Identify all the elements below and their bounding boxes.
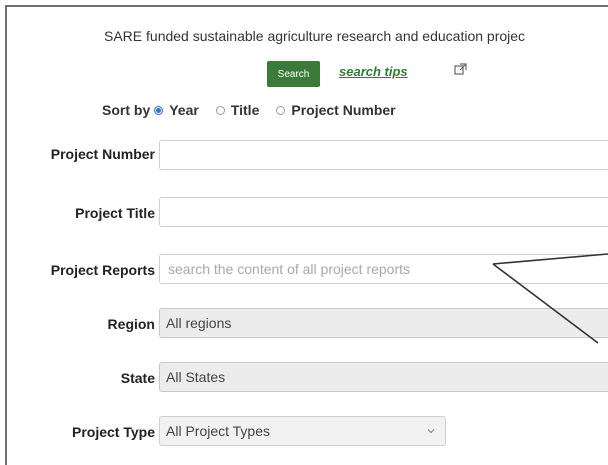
project-reports-input[interactable] <box>166 260 608 278</box>
project-reports-field[interactable] <box>159 254 608 284</box>
project-title-field[interactable] <box>159 197 608 227</box>
sort-option-title[interactable]: Title <box>215 102 260 118</box>
search-tips-link[interactable]: search tips <box>339 64 408 79</box>
project-title-label: Project Title <box>75 205 155 221</box>
sort-option-year[interactable]: Year <box>154 102 199 118</box>
radio-year[interactable] <box>154 105 164 115</box>
intro-text: SARE funded sustainable agriculture rese… <box>104 28 526 44</box>
region-select[interactable]: All regions <box>159 308 608 338</box>
sort-option-project-number[interactable]: Project Number <box>276 102 396 118</box>
project-type-select[interactable]: All Project Types <box>159 416 446 446</box>
project-reports-label: Project Reports <box>50 262 155 278</box>
project-number-input[interactable] <box>166 146 608 164</box>
region-label: Region <box>107 316 155 332</box>
sort-option-title-label: Title <box>230 102 260 118</box>
project-type-label: Project Type <box>72 424 155 440</box>
state-value: All States <box>166 369 226 385</box>
project-number-label: Project Number <box>50 146 155 162</box>
search-button[interactable]: Search <box>267 61 320 87</box>
project-title-input[interactable] <box>166 203 608 221</box>
region-value: All regions <box>166 315 232 331</box>
external-link-icon[interactable] <box>454 63 467 76</box>
chevron-down-icon <box>427 429 435 434</box>
sort-by-row: Sort by Year Title Project Number <box>102 100 413 120</box>
project-number-field[interactable] <box>159 140 608 170</box>
radio-project-number[interactable] <box>276 105 286 115</box>
sort-option-project-number-label: Project Number <box>291 102 396 118</box>
project-type-value: All Project Types <box>166 423 271 439</box>
sort-by-label: Sort by <box>102 102 151 118</box>
state-select[interactable]: All States <box>159 362 608 392</box>
sort-option-year-label: Year <box>169 102 199 118</box>
radio-title[interactable] <box>215 105 225 115</box>
state-label: State <box>120 370 155 386</box>
